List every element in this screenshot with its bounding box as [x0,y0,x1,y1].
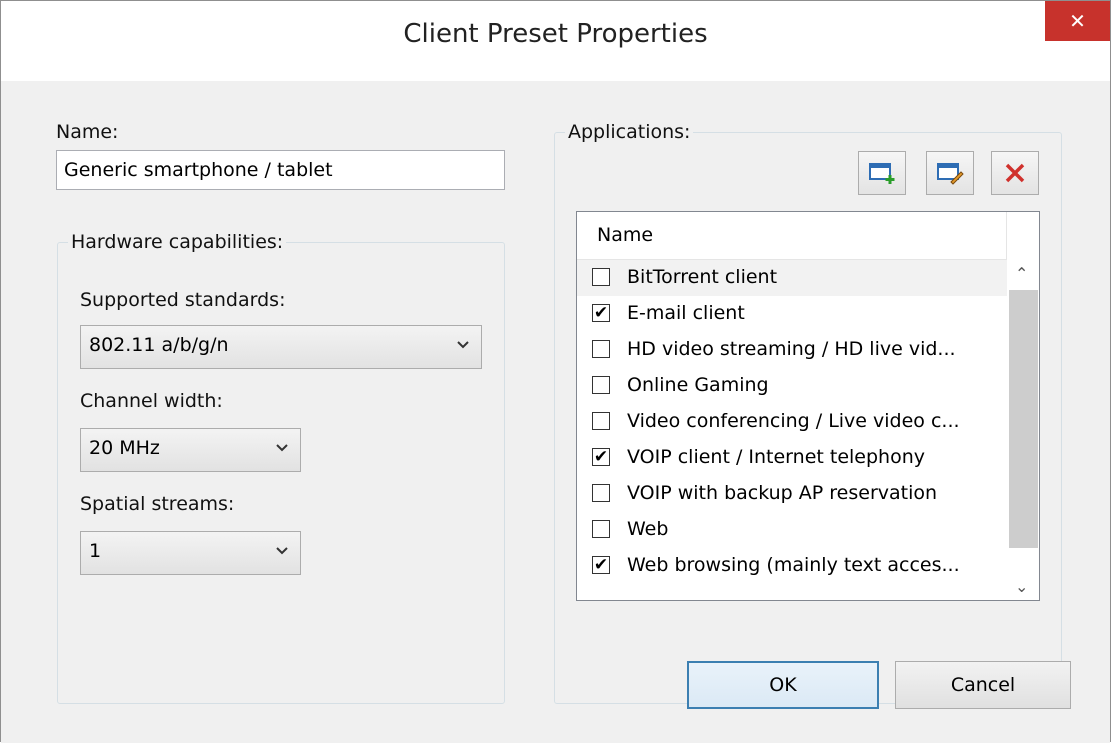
channel-label: Channel width: [80,390,223,412]
streams-label: Spatial streams: [80,493,235,515]
delete-application-icon [1005,163,1025,183]
add-application-button[interactable] [858,151,906,195]
add-application-icon [869,163,895,184]
scroll-down-icon[interactable]: ⌄ [1015,577,1028,596]
list-item[interactable]: ✔ Web browsing (mainly text acces... [577,548,1007,584]
standards-value: 802.11 a/b/g/n [89,334,229,356]
list-item-label: Online Gaming [627,374,769,396]
checkbox[interactable] [592,520,610,538]
list-item[interactable]: HD video streaming / HD live vid... [577,332,1007,368]
list-item[interactable]: BitTorrent client [577,260,1007,296]
applications-group-caption: Applications: [565,121,694,143]
channel-value: 20 MHz [89,437,160,459]
title-bar: Client Preset Properties ✕ [1,1,1110,81]
name-label: Name: [56,121,119,143]
list-column-header[interactable]: Name [577,212,1007,260]
list-item-label: E-mail client [627,302,745,324]
streams-value: 1 [89,540,102,562]
list-rows: BitTorrent client ✔ E-mail client HD vid… [577,260,1007,584]
cancel-button[interactable]: Cancel [895,661,1071,709]
list-item-label: VOIP with backup AP reservation [627,482,938,504]
checkbox[interactable] [592,412,610,430]
standards-dropdown[interactable]: 802.11 a/b/g/n [80,325,482,369]
list-item[interactable]: ✔ E-mail client [577,296,1007,332]
hardware-group-caption: Hardware capabilities: [68,231,287,253]
hardware-groupbox [57,242,505,704]
list-item-label: Web browsing (mainly text acces... [627,554,960,576]
edit-application-button[interactable] [926,151,974,195]
name-input[interactable] [56,150,505,190]
list-item-label: HD video streaming / HD live vid... [627,338,956,360]
channel-width-dropdown[interactable]: 20 MHz [80,428,301,472]
header-corner [1007,212,1039,260]
list-item-label: VOIP client / Internet telephony [627,446,925,468]
checkbox[interactable] [592,484,610,502]
scroll-up-icon[interactable]: ⌃ [1015,264,1028,283]
list-item-label: Video conferencing / Live video c... [627,410,960,432]
checkbox[interactable] [592,268,610,286]
chevron-down-icon [276,547,288,555]
checkbox[interactable]: ✔ [592,556,610,574]
dialog-body: Name: Hardware capabilities: Supported s… [1,81,1110,743]
window-title: Client Preset Properties [403,19,708,49]
list-item[interactable]: VOIP with backup AP reservation [577,476,1007,512]
chevron-down-icon [457,341,469,349]
checkbox[interactable]: ✔ [592,448,610,466]
list-item[interactable]: ✔ VOIP client / Internet telephony [577,440,1007,476]
delete-application-button[interactable] [991,151,1039,195]
list-item-label: BitTorrent client [627,266,778,288]
checkbox[interactable] [592,340,610,358]
list-item[interactable]: Online Gaming [577,368,1007,404]
list-scrollbar[interactable]: ⌃ ⌄ [1007,260,1039,600]
applications-list[interactable]: Name BitTorrent client ✔ E-mail client H… [576,211,1040,601]
list-item-label: Web [627,518,669,540]
checkbox[interactable] [592,376,610,394]
ok-button[interactable]: OK [687,661,879,709]
list-item[interactable]: Web [577,512,1007,548]
standards-label: Supported standards: [80,289,286,311]
edit-application-icon [937,163,964,185]
column-header-name: Name [597,224,654,246]
scrollbar-thumb[interactable] [1009,290,1038,548]
chevron-down-icon [276,444,288,452]
spatial-streams-dropdown[interactable]: 1 [80,531,301,575]
list-item[interactable]: Video conferencing / Live video c... [577,404,1007,440]
close-button[interactable]: ✕ [1045,1,1110,41]
dialog-window: Client Preset Properties ✕ Name: Hardwar… [0,0,1111,743]
close-icon: ✕ [1069,9,1086,33]
checkbox[interactable]: ✔ [592,304,610,322]
